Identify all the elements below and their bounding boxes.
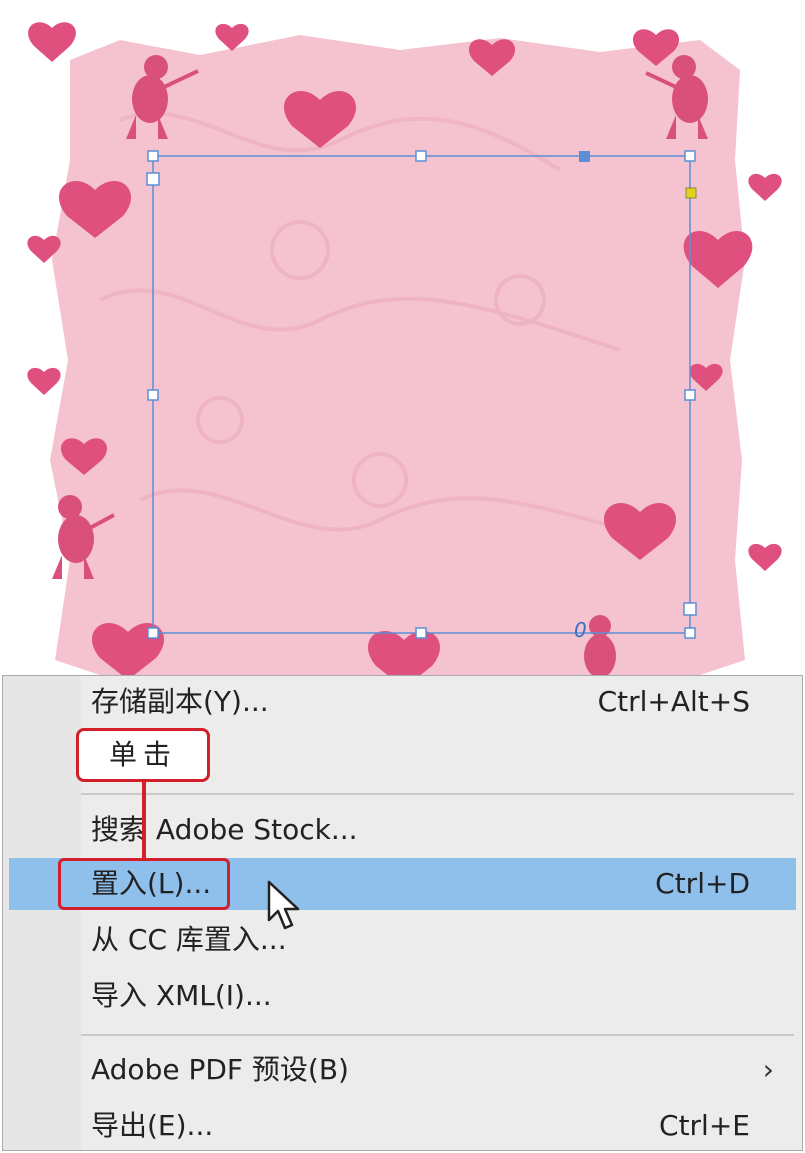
- menu-item-shortcut: Ctrl+Alt+S: [597, 685, 750, 718]
- menu-item-search-adobe-stock[interactable]: 搜索 Adobe Stock...: [3, 804, 802, 856]
- menu-separator: [81, 793, 794, 795]
- menu-item-export[interactable]: 导出(E)... Ctrl+E: [3, 1100, 802, 1152]
- menu-item-save-copy[interactable]: 存储副本(Y)... Ctrl+Alt+S: [3, 676, 802, 728]
- click-annotation-callout: 单击: [76, 728, 210, 782]
- menu-item-label: Adobe PDF 预设(B): [91, 1053, 349, 1086]
- content-grabber-handle[interactable]: [579, 151, 590, 162]
- annotation-connector-line: [142, 782, 146, 858]
- annotation-highlight-box: [58, 858, 230, 910]
- mouse-pointer-icon: [267, 880, 300, 930]
- menu-item-place-from-cc-library[interactable]: 从 CC 库置入...: [3, 914, 802, 966]
- chevron-right-icon: ›: [762, 1053, 774, 1086]
- overflow-marker: 0: [574, 618, 587, 642]
- menu-item-label: 存储副本(Y)...: [91, 685, 269, 718]
- menu-item-label: 导入 XML(I)...: [91, 979, 272, 1012]
- valentine-artwork: [27, 22, 782, 675]
- menu-item-shortcut: Ctrl+D: [655, 867, 750, 900]
- menu-item-shortcut: Ctrl+E: [659, 1109, 750, 1142]
- menu-separator: [81, 1034, 794, 1036]
- menu-item-import-xml[interactable]: 导入 XML(I)...: [3, 970, 802, 1022]
- menu-item-adobe-pdf-presets[interactable]: Adobe PDF 预设(B) ›: [3, 1044, 802, 1096]
- menu-item-label: 导出(E)...: [91, 1109, 214, 1142]
- menu-item-label: 搜索 Adobe Stock...: [91, 813, 358, 846]
- pink-background-texture: [50, 35, 745, 675]
- live-corner-handle[interactable]: [685, 187, 697, 199]
- document-canvas[interactable]: 0: [0, 0, 805, 675]
- menu-item-label: 从 CC 库置入...: [91, 923, 287, 956]
